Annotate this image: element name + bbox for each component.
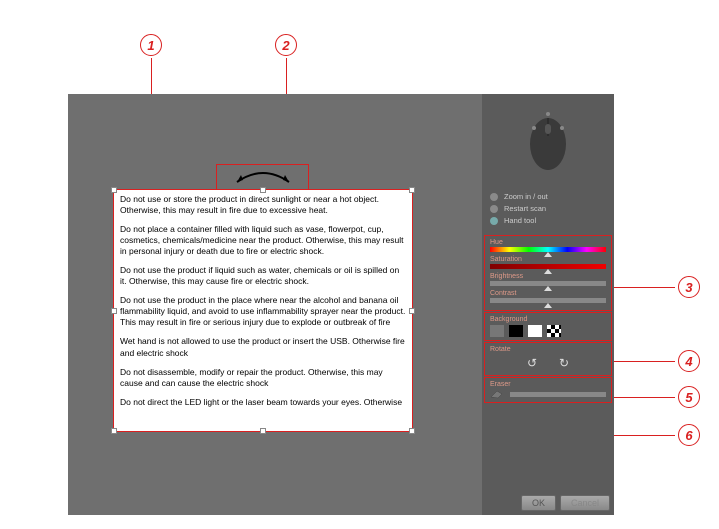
resize-handle-br[interactable] — [409, 428, 415, 434]
eraser-label: Eraser — [490, 381, 606, 388]
tool-zoom[interactable]: Zoom in / out — [490, 192, 606, 201]
resize-handle-ml[interactable] — [111, 308, 117, 314]
resize-handle-tm[interactable] — [260, 187, 266, 193]
mouse-tool-list: Zoom in / out Restart scan Hand tool — [482, 190, 614, 234]
rotate-label: Rotate — [490, 346, 606, 353]
tool-hand[interactable]: Hand tool — [490, 216, 606, 225]
hue-slider[interactable] — [490, 247, 606, 252]
scanned-document: Do not use or store the product in direc… — [114, 190, 412, 431]
resize-handle-tr[interactable] — [409, 187, 415, 193]
doc-paragraph: Do not direct the LED light or the laser… — [120, 397, 406, 408]
background-panel: Background — [484, 312, 612, 341]
slider-thumb-icon[interactable] — [544, 252, 552, 257]
background-swatches — [490, 325, 606, 337]
resize-handle-tl[interactable] — [111, 187, 117, 193]
callout-5: 5 — [678, 386, 700, 408]
brightness-label: Brightness — [490, 273, 606, 280]
radio-icon — [490, 205, 498, 213]
slider-thumb-icon[interactable] — [544, 303, 552, 308]
brightness-slider[interactable] — [490, 281, 606, 286]
sidebar-panel: Zoom in / out Restart scan Hand tool Hue… — [482, 94, 614, 515]
contrast-slider[interactable] — [490, 298, 606, 303]
radio-icon — [490, 193, 498, 201]
ok-button[interactable]: OK — [521, 495, 556, 511]
mouse-diagram — [482, 94, 614, 190]
slider-thumb-icon[interactable] — [544, 269, 552, 274]
swatch-white[interactable] — [528, 325, 542, 337]
callout-1: 1 — [140, 34, 162, 56]
resize-handle-bm[interactable] — [260, 428, 266, 434]
leader-line — [608, 435, 675, 436]
mouse-icon — [526, 110, 570, 174]
canvas-area[interactable]: Do not use or store the product in direc… — [68, 94, 482, 515]
dialog-footer: OK Cancel — [521, 495, 610, 511]
cancel-button[interactable]: Cancel — [560, 495, 610, 511]
eraser-size-slider[interactable] — [510, 392, 606, 397]
doc-paragraph: Wet hand is not allowed to use the produ… — [120, 336, 406, 358]
eraser-panel: Eraser — [484, 377, 612, 403]
doc-paragraph: Do not use the product in the place wher… — [120, 295, 406, 328]
radio-icon — [490, 217, 498, 225]
doc-paragraph: Do not use or store the product in direc… — [120, 194, 406, 216]
tool-restart-scan[interactable]: Restart scan — [490, 204, 606, 213]
callout-4: 4 — [678, 350, 700, 372]
doc-paragraph: Do not disassemble, modify or repair the… — [120, 367, 406, 389]
saturation-slider[interactable] — [490, 264, 606, 269]
leader-line — [608, 287, 675, 288]
swatch-black[interactable] — [509, 325, 523, 337]
document-selection[interactable]: Do not use or store the product in direc… — [113, 189, 413, 432]
doc-paragraph: Do not use the product if liquid such as… — [120, 265, 406, 287]
swatch-gray[interactable] — [490, 325, 504, 337]
doc-paragraph: Do not place a container filled with liq… — [120, 224, 406, 257]
swatch-checker[interactable] — [547, 325, 561, 337]
saturation-label: Saturation — [490, 256, 606, 263]
leader-line — [608, 397, 675, 398]
rotate-panel: Rotate ↺ ↻ — [484, 342, 612, 376]
callout-2: 2 — [275, 34, 297, 56]
contrast-label: Contrast — [490, 290, 606, 297]
resize-handle-bl[interactable] — [111, 428, 117, 434]
rotate-arc-icon — [233, 168, 293, 186]
tool-label: Hand tool — [504, 216, 536, 225]
eraser-icon — [490, 389, 504, 399]
callout-6: 6 — [678, 424, 700, 446]
rotate-ccw-button[interactable]: ↺ — [524, 356, 540, 370]
resize-handle-mr[interactable] — [409, 308, 415, 314]
callout-3: 3 — [678, 276, 700, 298]
slider-thumb-icon[interactable] — [544, 286, 552, 291]
background-label: Background — [490, 316, 606, 323]
tool-label: Zoom in / out — [504, 192, 548, 201]
hue-label: Hue — [490, 239, 606, 246]
editor-window: Do not use or store the product in direc… — [68, 94, 614, 515]
rotate-cw-button[interactable]: ↻ — [556, 356, 572, 370]
leader-line — [608, 361, 675, 362]
color-adjust-panel: Hue Saturation Brightness Contrast — [484, 235, 612, 311]
tool-label: Restart scan — [504, 204, 546, 213]
